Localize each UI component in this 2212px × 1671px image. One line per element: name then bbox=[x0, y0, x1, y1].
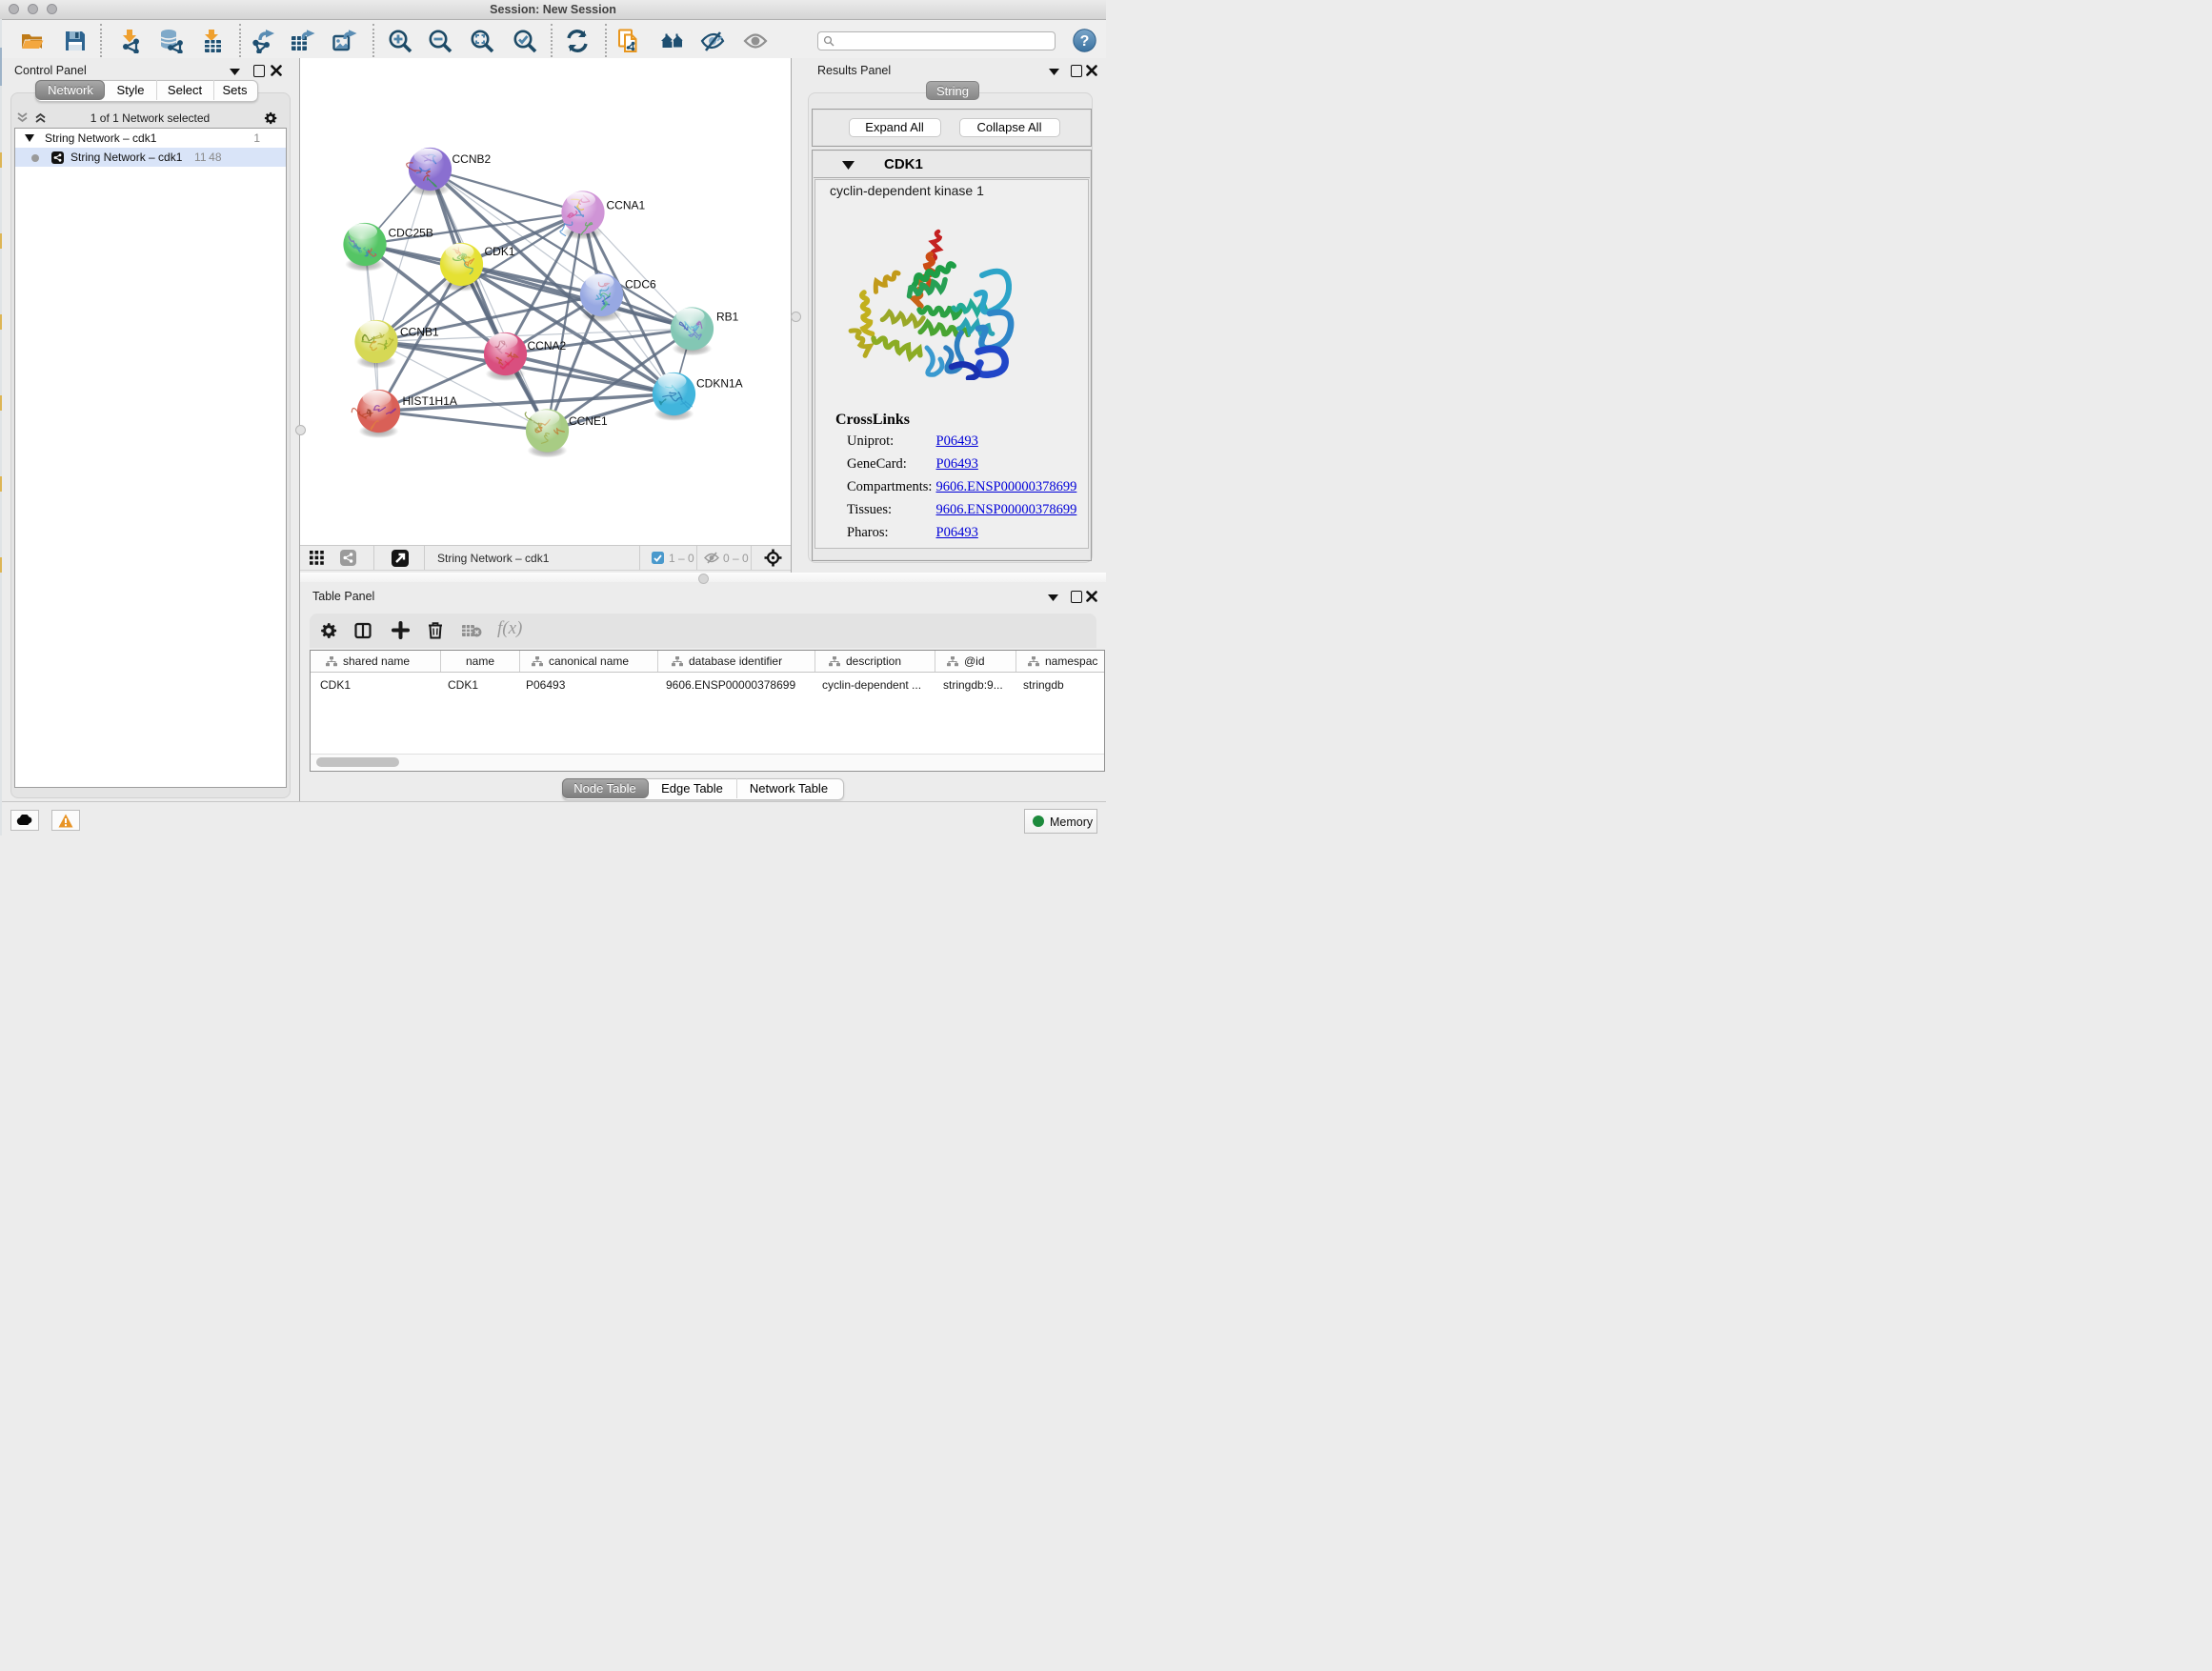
svg-text:CCNE1: CCNE1 bbox=[569, 414, 608, 428]
svg-text:CDK1: CDK1 bbox=[485, 245, 515, 258]
svg-text:CCNA1: CCNA1 bbox=[607, 199, 646, 212]
svg-text:CDC25B: CDC25B bbox=[389, 227, 433, 240]
svg-text:CDKN1A: CDKN1A bbox=[696, 377, 743, 391]
svg-text:CCNB2: CCNB2 bbox=[452, 152, 492, 166]
svg-text:?: ? bbox=[1080, 33, 1090, 50]
svg-text:RB1: RB1 bbox=[716, 311, 739, 324]
svg-text:CDC6: CDC6 bbox=[625, 278, 656, 292]
svg-text:CCNB1: CCNB1 bbox=[400, 326, 439, 339]
svg-text:CCNA2: CCNA2 bbox=[528, 339, 567, 352]
svg-text:HIST1H1A: HIST1H1A bbox=[403, 394, 457, 408]
